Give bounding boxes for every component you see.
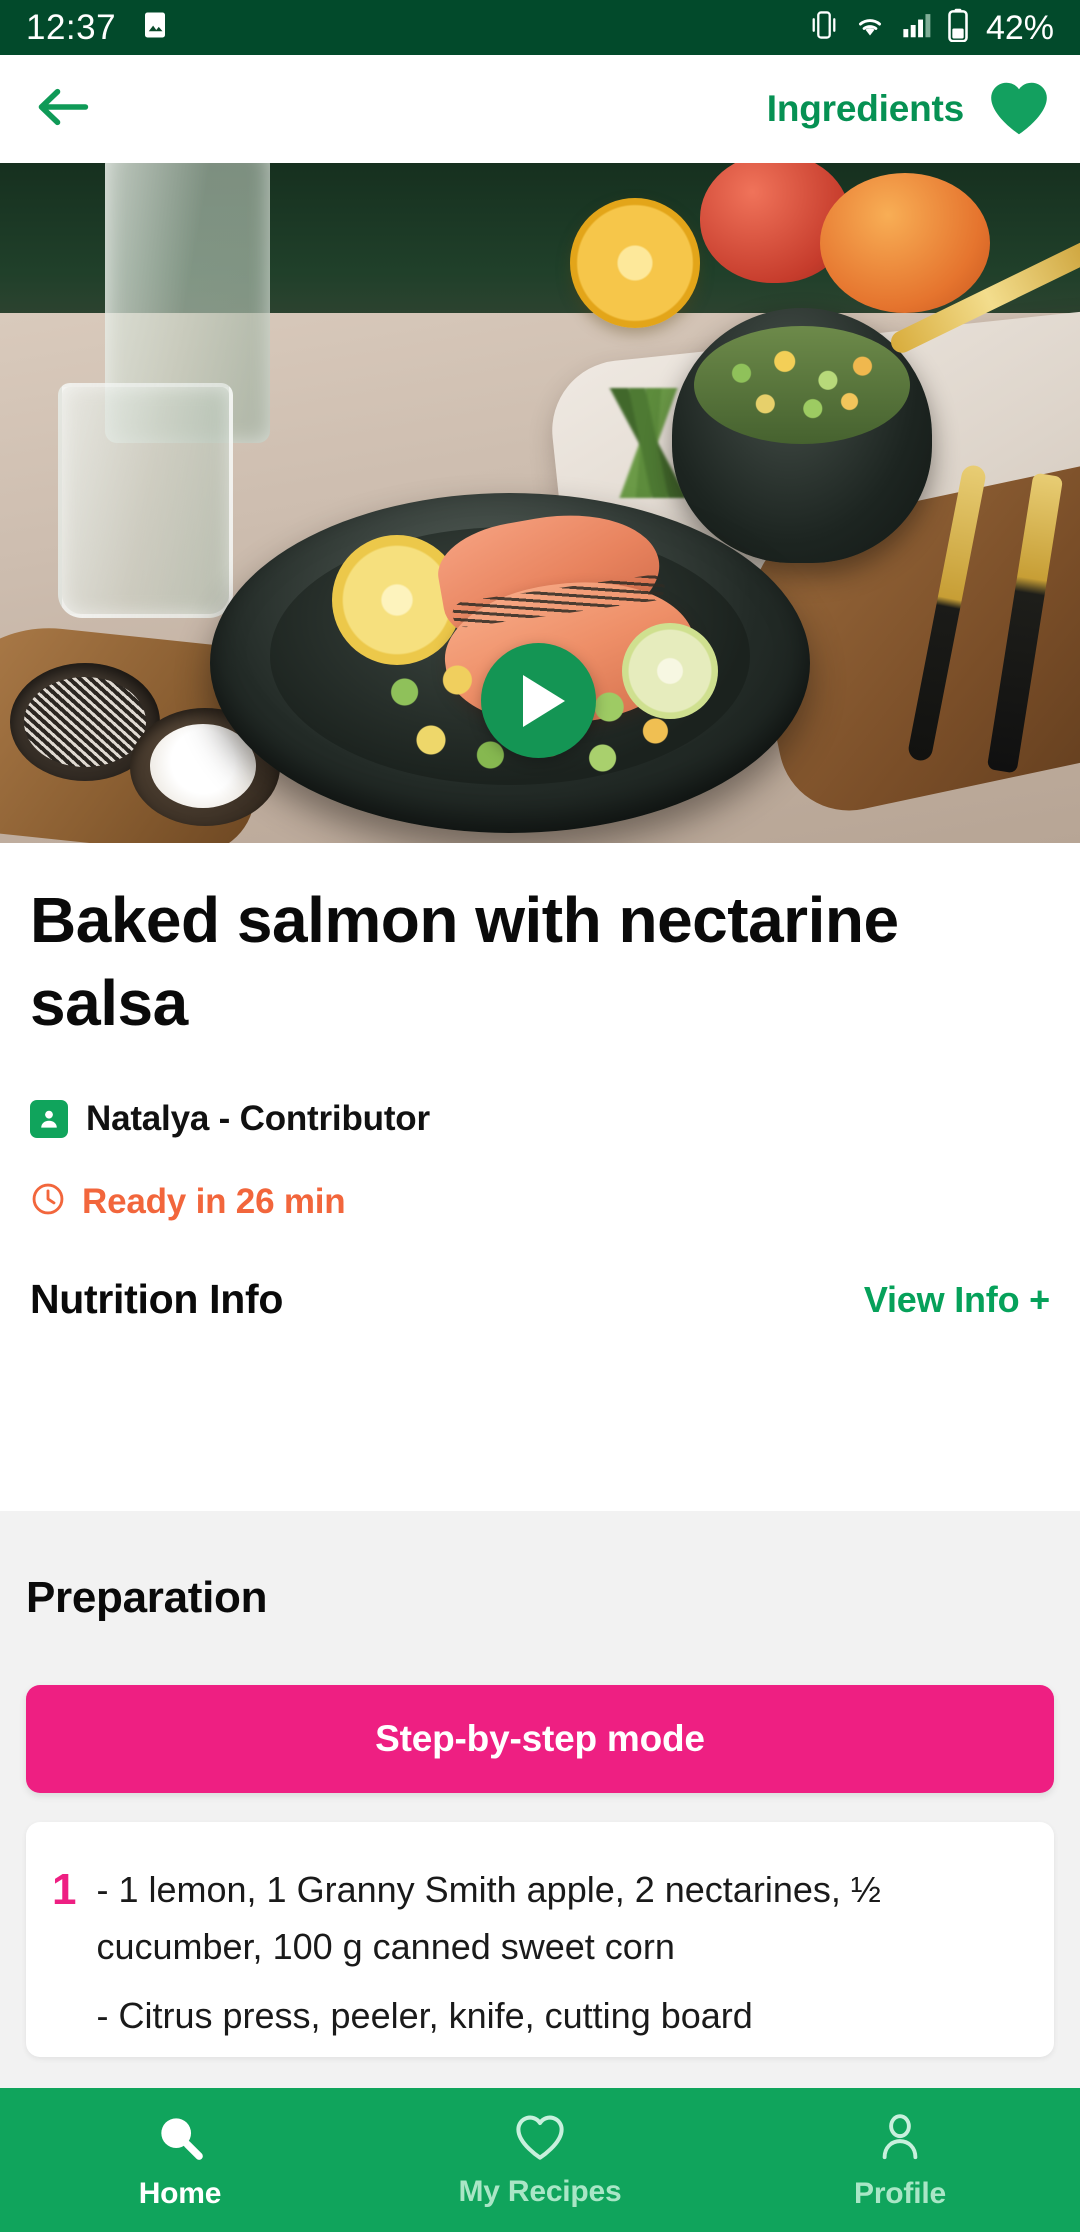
back-button[interactable] bbox=[30, 77, 94, 141]
battery-icon bbox=[947, 8, 969, 47]
recipe-info-section: Baked salmon with nectarine salsa Nataly… bbox=[0, 843, 1080, 1364]
image-icon bbox=[140, 10, 170, 45]
step-by-step-mode-label: Step-by-step mode bbox=[375, 1718, 705, 1759]
battery-percentage: 42% bbox=[985, 8, 1054, 47]
preparation-heading: Preparation bbox=[26, 1573, 268, 1622]
app-bar: Ingredients bbox=[0, 55, 1080, 163]
app-screen: 12:37 42% Ingredients Baked salmon with … bbox=[0, 0, 1080, 2232]
step-text: - 1 lemon, 1 Granny Smith apple, 2 necta… bbox=[96, 1862, 1020, 2057]
status-bar-right: 42% bbox=[810, 8, 1054, 47]
ready-time-label: Ready in 26 min bbox=[82, 1181, 346, 1221]
person-outline-icon bbox=[874, 2110, 926, 2169]
signal-icon bbox=[902, 11, 932, 44]
contributor-name: Natalya - Contributor bbox=[86, 1099, 430, 1139]
view-nutrition-info-link[interactable]: View Info + bbox=[864, 1279, 1050, 1321]
bottom-navigation-bar: Home My Recipes Profile bbox=[0, 2088, 1080, 2232]
person-badge-icon bbox=[30, 1100, 68, 1139]
recipe-hero-image[interactable] bbox=[0, 163, 1080, 843]
nav-item-my-recipes[interactable]: My Recipes bbox=[360, 2112, 720, 2209]
play-video-button[interactable] bbox=[481, 643, 596, 758]
step-number: 1 bbox=[52, 1865, 77, 1914]
nav-label-profile: Profile bbox=[854, 2176, 946, 2210]
heart-outline-icon bbox=[513, 2112, 567, 2167]
step-line: - Citrus press, peeler, knife, cutting b… bbox=[96, 1994, 753, 2036]
contributor-row[interactable]: Natalya - Contributor bbox=[30, 1099, 1050, 1139]
clock-icon bbox=[30, 1181, 66, 1222]
favorite-button[interactable] bbox=[986, 76, 1052, 142]
page-title: Baked salmon with nectarine salsa bbox=[30, 884, 899, 1040]
app-bar-title[interactable]: Ingredients bbox=[767, 88, 964, 130]
heart-filled-icon bbox=[986, 77, 1052, 142]
nav-item-profile[interactable]: Profile bbox=[720, 2110, 1080, 2211]
nav-label-home: Home bbox=[138, 2176, 222, 2210]
vibrate-icon bbox=[810, 9, 838, 46]
wifi-icon bbox=[853, 11, 887, 44]
nutrition-info-label: Nutrition Info bbox=[30, 1276, 284, 1323]
play-icon bbox=[522, 674, 565, 727]
status-bar: 12:37 42% bbox=[0, 0, 1080, 55]
search-icon bbox=[153, 2110, 207, 2169]
back-arrow-icon bbox=[35, 84, 89, 135]
step-by-step-mode-button[interactable]: Step-by-step mode bbox=[26, 1685, 1054, 1793]
ready-time-row: Ready in 26 min bbox=[30, 1181, 1050, 1222]
nav-label-my-recipes: My Recipes bbox=[458, 2174, 622, 2208]
status-bar-left: 12:37 bbox=[26, 10, 170, 45]
nav-item-home[interactable]: Home bbox=[0, 2110, 360, 2211]
preparation-step-card[interactable]: 1 - 1 lemon, 1 Granny Smith apple, 2 nec… bbox=[26, 1822, 1054, 2057]
status-bar-clock: 12:37 bbox=[26, 8, 117, 47]
step-line: - 1 lemon, 1 Granny Smith apple, 2 necta… bbox=[96, 1869, 881, 1967]
nutrition-row: Nutrition Info View Info + bbox=[30, 1276, 1050, 1363]
